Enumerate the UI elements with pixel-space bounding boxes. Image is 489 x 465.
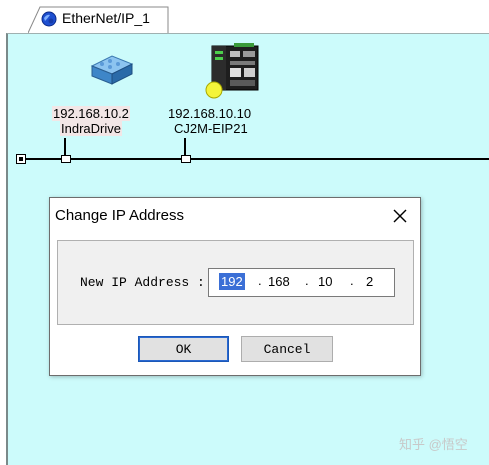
- node-name-label: IndraDrive: [60, 121, 122, 136]
- dialog-title: Change IP Address: [55, 207, 184, 224]
- node-drop-line: [61, 138, 71, 163]
- ok-button[interactable]: OK: [138, 336, 229, 362]
- tab-label: EtherNet/IP_1: [62, 10, 150, 26]
- bus-terminator: [16, 154, 26, 164]
- ip-octet-4[interactable]: 2: [366, 273, 373, 290]
- close-icon[interactable]: [390, 206, 410, 226]
- network-globe-icon: [41, 11, 57, 27]
- watermark: 知乎 @悟空: [399, 437, 468, 452]
- ip-octet-1[interactable]: 192: [219, 273, 245, 290]
- tab-strip: EtherNet/IP_1: [0, 0, 489, 34]
- node-drop-line: [181, 138, 191, 163]
- node-name-label: CJ2M-EIP21: [174, 121, 248, 136]
- ethernet-bus-line: [20, 158, 489, 160]
- ip-dot: .: [305, 273, 309, 288]
- ip-address-input[interactable]: 192 . 168 . 10 . 2: [208, 268, 395, 297]
- plc-device-icon: [205, 43, 259, 99]
- ip-octet-2[interactable]: 168: [268, 273, 290, 290]
- change-ip-dialog: Change IP Address New IP Address : 192 .…: [49, 197, 421, 376]
- drive-device-icon: [90, 55, 134, 85]
- cancel-button[interactable]: Cancel: [241, 336, 333, 362]
- ip-octet-3[interactable]: 10: [318, 273, 332, 290]
- new-ip-label: New IP Address :: [80, 275, 205, 290]
- ip-dot: .: [350, 273, 354, 288]
- app-window: EtherNet/IP_1 192.168.10.2 IndraDrive 19…: [0, 0, 489, 465]
- ip-group-box: New IP Address : 192 . 168 . 10 . 2: [57, 240, 414, 325]
- node-ip-label: 192.168.10.10: [168, 106, 252, 121]
- node-ip-label: 192.168.10.2: [52, 106, 130, 121]
- ip-dot: .: [258, 273, 262, 288]
